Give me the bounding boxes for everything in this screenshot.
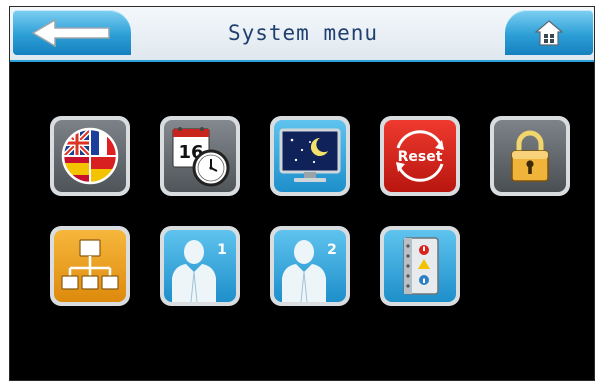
reset-button[interactable]: Reset <box>380 116 460 196</box>
lock-button[interactable] <box>490 116 570 196</box>
user-icon: 2 <box>282 240 337 302</box>
page-title: System menu <box>227 21 379 45</box>
header-bar: System menu <box>10 7 594 62</box>
padlock-icon <box>511 130 549 182</box>
flags-globe-icon <box>61 127 119 185</box>
screensaver-button[interactable] <box>270 116 350 196</box>
event-log-button[interactable] <box>380 226 460 306</box>
home-icon <box>535 20 563 46</box>
user-number-badge: 1 <box>217 242 227 258</box>
system-menu-screen: System menu 16 Reset 1 2 <box>9 6 595 381</box>
date-time-button[interactable]: 16 <box>160 116 240 196</box>
night-monitor-icon <box>279 128 341 182</box>
home-button[interactable] <box>505 10 593 55</box>
user-number-badge: 2 <box>327 242 337 258</box>
user-icon: 1 <box>172 240 227 302</box>
language-button[interactable] <box>50 116 130 196</box>
back-arrow-icon <box>31 18 110 48</box>
network-tree-icon <box>61 239 119 290</box>
reset-label: Reset <box>398 149 443 165</box>
user-1-button[interactable]: 1 <box>160 226 240 306</box>
device-screen: System menu 16 Reset 1 2 <box>0 0 603 387</box>
calendar-clock-icon: 16 <box>172 127 230 187</box>
reset-icon: Reset <box>396 130 444 182</box>
network-button[interactable] <box>50 226 130 306</box>
alert-notebook-icon <box>403 237 439 295</box>
user-2-button[interactable]: 2 <box>270 226 350 306</box>
back-button[interactable] <box>13 10 131 55</box>
